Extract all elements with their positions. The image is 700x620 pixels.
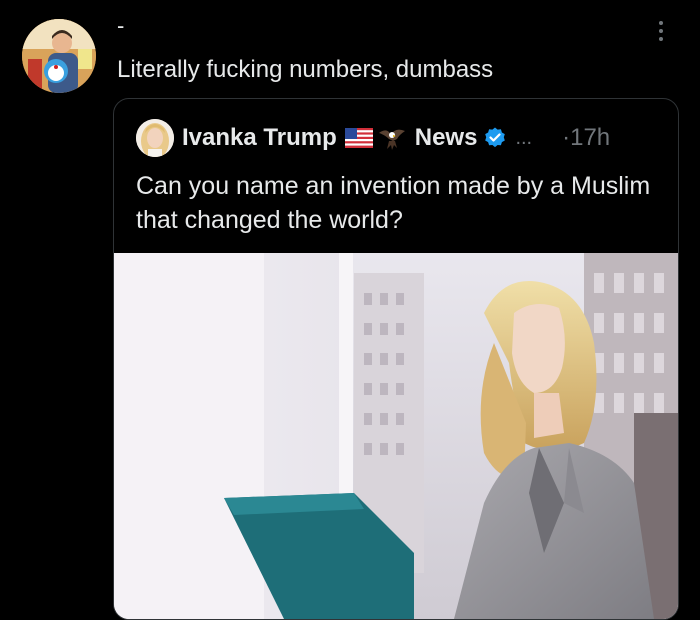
us-flag-icon <box>344 128 373 148</box>
user-avatar-photo-icon <box>22 19 96 93</box>
quoted-tweet-header: Ivanka Trump News ... ·17h <box>136 118 610 158</box>
quoted-author-name[interactable]: Ivanka Trump <box>182 124 337 152</box>
quoted-author-avatar[interactable] <box>136 119 174 157</box>
quoted-tweet-timestamp[interactable]: ·17h <box>562 124 610 152</box>
post-text: Literally fucking numbers, dumbass <box>117 56 494 83</box>
quoted-author-secondary-name[interactable]: News <box>415 124 478 152</box>
user-avatar[interactable] <box>22 19 96 93</box>
quoted-tweet-text: Can you name an invention made by a Musl… <box>136 172 651 234</box>
quoted-tweet[interactable]: Ivanka Trump News ... ·17h Can you name … <box>113 98 679 620</box>
eagle-icon <box>377 123 407 153</box>
verified-badge-icon <box>483 126 507 150</box>
more-options-icon[interactable] <box>650 18 672 48</box>
quoted-tweet-image[interactable] <box>114 253 678 619</box>
post-username[interactable]: - <box>117 15 124 37</box>
photo-woman-in-office-icon <box>114 253 678 619</box>
quoted-author-avatar-icon <box>136 119 174 157</box>
name-truncation-ellipsis: ... <box>515 126 533 149</box>
